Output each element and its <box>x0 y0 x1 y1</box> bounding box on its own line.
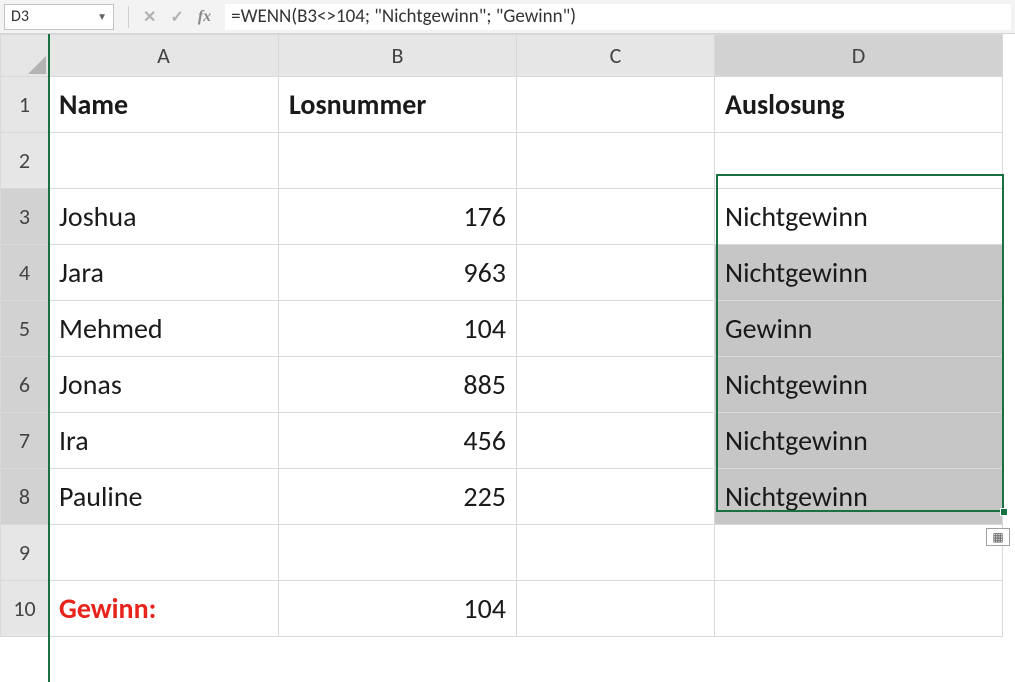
cell-A6[interactable]: Jonas <box>49 357 279 413</box>
row-header-1[interactable]: 1 <box>1 77 49 133</box>
name-box[interactable]: D3 ▼ <box>4 4 114 30</box>
cell-C6[interactable] <box>517 357 715 413</box>
cell-B2[interactable] <box>279 133 517 189</box>
cell-A1[interactable]: Name <box>49 77 279 133</box>
name-box-value: D3 <box>11 7 29 26</box>
row-header-5[interactable]: 5 <box>1 301 49 357</box>
spreadsheet-grid: A B C D 1 Name Losnummer Auslosung 2 3 J… <box>0 34 1015 637</box>
cell-A5[interactable]: Mehmed <box>49 301 279 357</box>
col-header-C[interactable]: C <box>517 35 715 77</box>
autofill-options-button[interactable] <box>986 528 1010 546</box>
cell-D9[interactable] <box>715 525 1003 581</box>
cell-C9[interactable] <box>517 525 715 581</box>
cell-B9[interactable] <box>279 525 517 581</box>
cell-C4[interactable] <box>517 245 715 301</box>
fx-icon[interactable]: fx <box>198 8 211 26</box>
cell-A9[interactable] <box>49 525 279 581</box>
cell-C8[interactable] <box>517 469 715 525</box>
row-header-6[interactable]: 6 <box>1 357 49 413</box>
cell-C5[interactable] <box>517 301 715 357</box>
cell-B7[interactable]: 456 <box>279 413 517 469</box>
cell-D4[interactable]: Nichtgewinn <box>715 245 1003 301</box>
cell-A7[interactable]: Ira <box>49 413 279 469</box>
cell-B10[interactable]: 104 <box>279 581 517 637</box>
cell-D10[interactable] <box>715 581 1003 637</box>
cell-B6[interactable]: 885 <box>279 357 517 413</box>
cell-D8[interactable]: Nichtgewinn <box>715 469 1003 525</box>
cell-B8[interactable]: 225 <box>279 469 517 525</box>
row-header-8[interactable]: 8 <box>1 469 49 525</box>
cell-D7[interactable]: Nichtgewinn <box>715 413 1003 469</box>
cell-B1[interactable]: Losnummer <box>279 77 517 133</box>
select-all-corner[interactable] <box>1 35 49 77</box>
cell-D5[interactable]: Gewinn <box>715 301 1003 357</box>
cell-B5[interactable]: 104 <box>279 301 517 357</box>
cell-C1[interactable] <box>517 77 715 133</box>
cell-C2[interactable] <box>517 133 715 189</box>
col-header-D[interactable]: D <box>715 35 1003 77</box>
cell-B4[interactable]: 963 <box>279 245 517 301</box>
cell-A8[interactable]: Pauline <box>49 469 279 525</box>
formula-input[interactable] <box>225 4 1011 30</box>
cell-B3[interactable]: 176 <box>279 189 517 245</box>
formula-bar: D3 ▼ ✕ ✓ fx <box>0 0 1015 34</box>
cell-A2[interactable] <box>49 133 279 189</box>
cell-D2[interactable] <box>715 133 1003 189</box>
cancel-icon[interactable]: ✕ <box>143 7 156 27</box>
cell-A10[interactable]: Gewinn: <box>49 581 279 637</box>
cell-D3[interactable]: Nichtgewinn <box>715 189 1003 245</box>
cell-C10[interactable] <box>517 581 715 637</box>
row-header-3[interactable]: 3 <box>1 189 49 245</box>
row-header-2[interactable]: 2 <box>1 133 49 189</box>
cell-C3[interactable] <box>517 189 715 245</box>
row-header-4[interactable]: 4 <box>1 245 49 301</box>
row-header-10[interactable]: 10 <box>1 581 49 637</box>
cell-D6[interactable]: Nichtgewinn <box>715 357 1003 413</box>
cell-C7[interactable] <box>517 413 715 469</box>
confirm-icon[interactable]: ✓ <box>170 7 183 27</box>
formula-bar-icons: ✕ ✓ fx <box>122 6 217 28</box>
row-header-9[interactable]: 9 <box>1 525 49 581</box>
cell-A3[interactable]: Joshua <box>49 189 279 245</box>
name-box-dropdown-icon[interactable]: ▼ <box>97 10 107 23</box>
row-header-7[interactable]: 7 <box>1 413 49 469</box>
cell-D1[interactable]: Auslosung <box>715 77 1003 133</box>
cell-A4[interactable]: Jara <box>49 245 279 301</box>
col-header-A[interactable]: A <box>49 35 279 77</box>
col-header-B[interactable]: B <box>279 35 517 77</box>
